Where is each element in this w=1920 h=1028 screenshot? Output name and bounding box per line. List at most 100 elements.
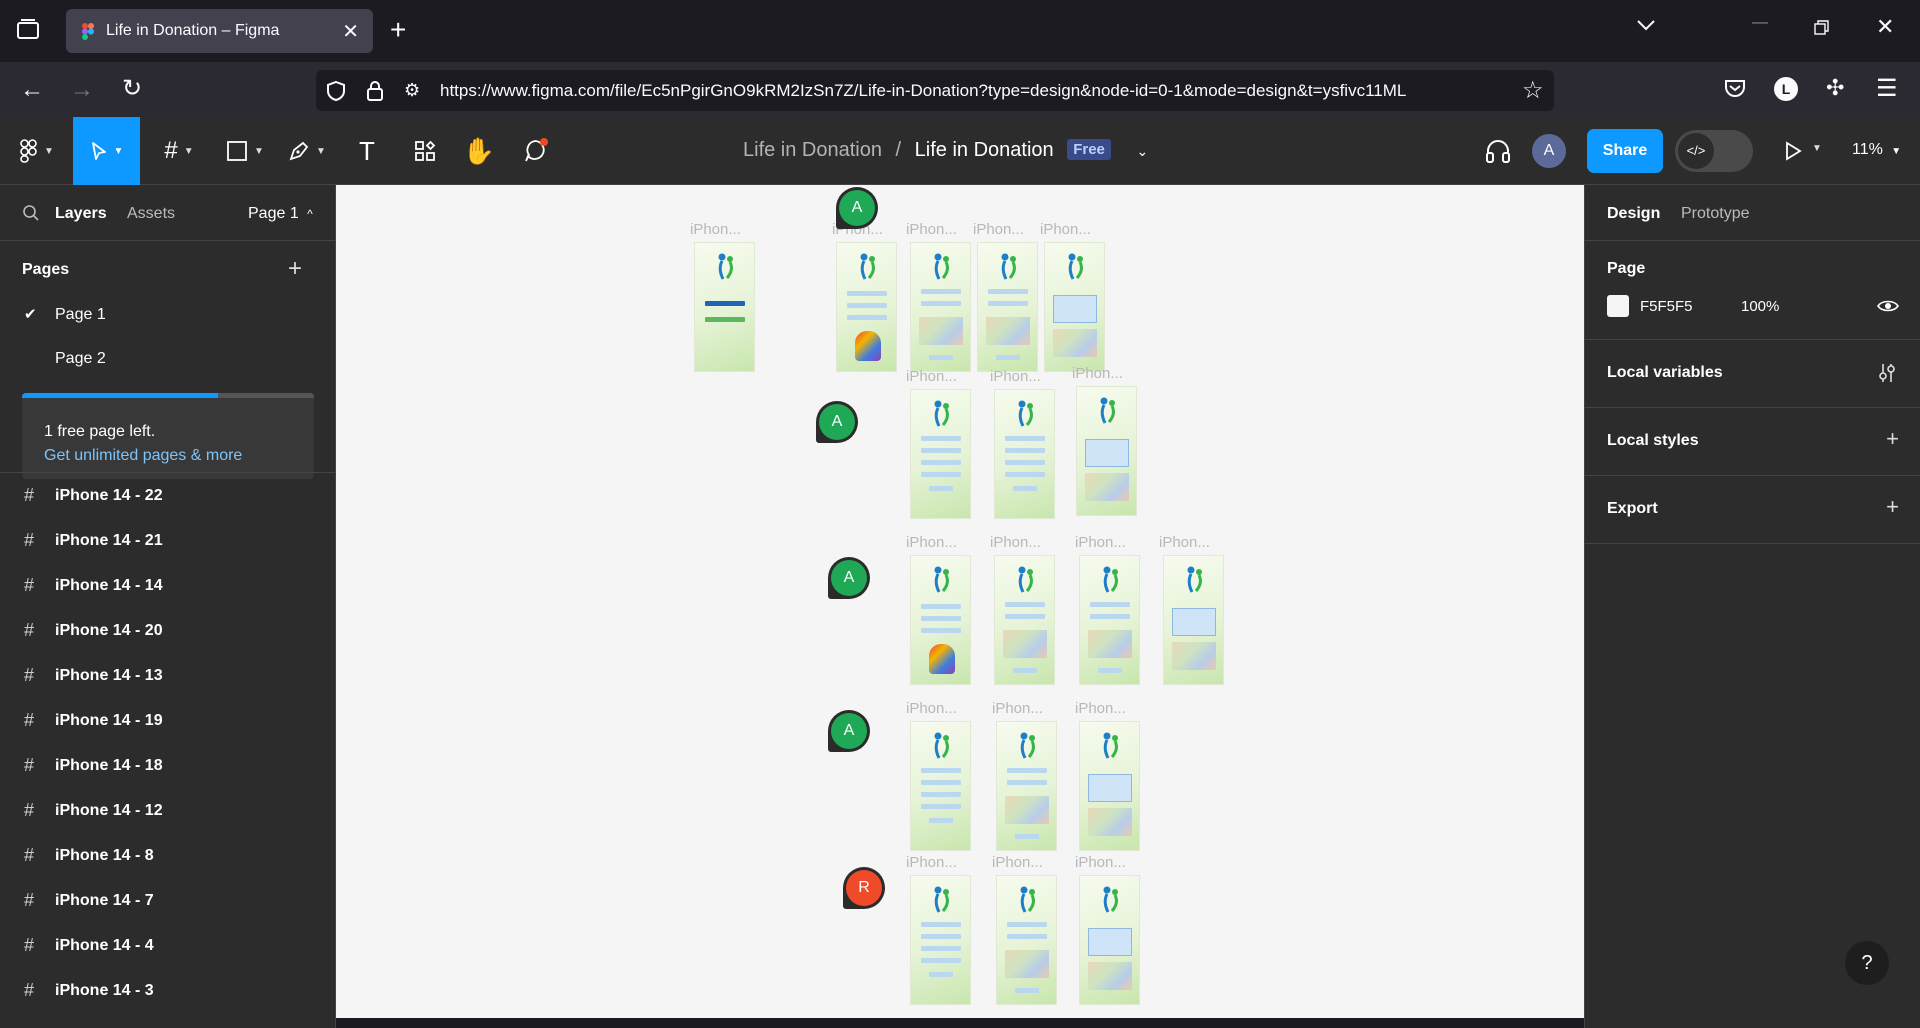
main-menu-button[interactable]: ▼ — [14, 117, 60, 185]
layer-item[interactable]: # iPhone 14 - 8 — [0, 836, 335, 876]
unlimited-pages-link[interactable]: Get unlimited pages & more — [44, 447, 242, 465]
frame-label[interactable]: iPhon... — [906, 368, 957, 385]
pocket-icon[interactable] — [1724, 78, 1746, 103]
layer-item[interactable]: # iPhone 14 - 4 — [0, 926, 335, 966]
tab-design[interactable]: Design — [1607, 205, 1660, 223]
frame-label[interactable]: iPhon... — [906, 700, 957, 717]
frame-label[interactable]: iPhon... — [1072, 365, 1123, 382]
file-name[interactable]: Life in Donation — [915, 139, 1054, 161]
iphone-frame-thumbnail[interactable] — [910, 875, 971, 1005]
tab-close-icon[interactable]: ✕ — [342, 19, 359, 44]
reload-icon[interactable]: ↻ — [122, 74, 142, 103]
design-canvas[interactable]: iPhon... iPhon... iPhon... iPhon... iPhon...… — [336, 185, 1584, 1018]
restore-icon[interactable] — [1814, 20, 1830, 41]
back-icon[interactable]: ← — [20, 76, 44, 104]
page-item-2[interactable]: Page 2 — [55, 350, 106, 368]
frame-tool-button[interactable]: # ▼ — [154, 117, 204, 185]
minimize-icon[interactable]: — — [1752, 14, 1768, 32]
tab-prototype[interactable]: Prototype — [1681, 205, 1749, 223]
frame-label[interactable]: iPhon... — [990, 534, 1041, 551]
layer-item[interactable]: # iPhone 14 - 21 — [0, 521, 335, 561]
layer-item[interactable]: # iPhone 14 - 7 — [0, 881, 335, 921]
project-name[interactable]: Life in Donation — [743, 139, 882, 161]
layer-item[interactable]: # iPhone 14 - 12 — [0, 791, 335, 831]
iphone-frame-thumbnail[interactable] — [910, 555, 971, 685]
url-bar[interactable]: ⚙ https://www.figma.com/file/Ec5nPgirGnO… — [316, 70, 1554, 111]
tab-layers[interactable]: Layers — [55, 205, 107, 223]
zoom-menu[interactable]: 11% ▼ — [1852, 141, 1901, 159]
share-button[interactable]: Share — [1587, 129, 1663, 173]
iphone-frame-thumbnail[interactable] — [977, 242, 1038, 372]
layer-item[interactable]: # iPhone 14 - 20 — [0, 611, 335, 651]
present-chevron-icon[interactable]: ▼ — [1812, 143, 1822, 154]
frame-label[interactable]: iPhon... — [1040, 221, 1091, 238]
frame-label[interactable]: iPhon... — [973, 221, 1024, 238]
iphone-frame-thumbnail[interactable] — [836, 242, 897, 372]
shield-icon[interactable] — [326, 80, 346, 107]
url-text[interactable]: https://www.figma.com/file/Ec5nPgirGnO9k… — [440, 81, 1525, 101]
frame-label[interactable]: iPhon... — [1075, 854, 1126, 871]
pen-tool-button[interactable]: ▼ — [282, 117, 332, 185]
page-color-hex[interactable]: F5F5F5 — [1640, 298, 1693, 315]
browser-tab-active[interactable]: Life in Donation – Figma ✕ — [66, 9, 373, 53]
add-export-icon[interactable]: + — [1886, 494, 1899, 520]
file-breadcrumb[interactable]: Life in Donation / Life in Donation Free… — [743, 139, 1148, 162]
add-style-icon[interactable]: + — [1886, 426, 1899, 452]
add-page-icon[interactable]: + — [288, 255, 302, 283]
resources-tool-button[interactable] — [408, 117, 442, 185]
page-selector[interactable]: Page 1 ^ — [248, 205, 313, 223]
forward-icon[interactable]: → — [70, 76, 94, 104]
iphone-frame-thumbnail[interactable] — [910, 721, 971, 851]
shape-tool-button[interactable]: ▼ — [220, 117, 270, 185]
plan-badge[interactable]: Free — [1067, 139, 1111, 160]
layer-item[interactable]: # iPhone 14 - 22 — [0, 476, 335, 516]
lock-icon[interactable] — [366, 80, 384, 107]
present-play-icon[interactable] — [1783, 141, 1803, 166]
new-tab-icon[interactable]: + — [390, 14, 406, 46]
layer-item[interactable]: # iPhone 14 - 14 — [0, 566, 335, 606]
iphone-frame-thumbnail[interactable] — [910, 389, 971, 519]
iphone-frame-thumbnail[interactable] — [996, 721, 1057, 851]
permissions-icon[interactable]: ⚙ — [404, 80, 420, 101]
frame-label[interactable]: iPhon... — [906, 854, 957, 871]
layer-item[interactable]: # iPhone 14 - 18 — [0, 746, 335, 786]
hand-tool-button[interactable]: ✋ — [462, 117, 496, 185]
file-menu-chevron-icon[interactable]: ⌄ — [1136, 143, 1148, 159]
account-icon[interactable]: L — [1774, 77, 1798, 101]
frame-label[interactable]: iPhon... — [990, 368, 1041, 385]
extensions-icon[interactable]: ✣ — [1826, 75, 1844, 101]
menu-icon[interactable]: ☰ — [1876, 74, 1898, 103]
frame-label[interactable]: iPhon... — [1159, 534, 1210, 551]
move-tool-button[interactable]: ▼ — [73, 117, 140, 185]
iphone-frame-thumbnail[interactable] — [1163, 555, 1224, 685]
iphone-frame-thumbnail[interactable] — [994, 389, 1055, 519]
search-icon[interactable] — [22, 204, 40, 227]
iphone-frame-thumbnail[interactable] — [1044, 242, 1105, 372]
frame-label[interactable]: iPhon... — [992, 700, 1043, 717]
page-item-1[interactable]: Page 1 — [55, 306, 106, 324]
frame-label[interactable]: iPhon... — [690, 221, 741, 238]
close-window-icon[interactable]: ✕ — [1876, 14, 1894, 40]
frame-label[interactable]: iPhon... — [1075, 700, 1126, 717]
frame-label[interactable]: iPhon... — [906, 534, 957, 551]
text-tool-button[interactable]: T — [350, 117, 384, 185]
comment-tool-button[interactable] — [518, 117, 554, 185]
iphone-frame-thumbnail[interactable] — [1079, 721, 1140, 851]
tab-list-icon[interactable] — [16, 18, 40, 45]
layer-item[interactable]: # iPhone 14 - 13 — [0, 656, 335, 696]
frame-label[interactable]: iPhon... — [906, 221, 957, 238]
iphone-frame-thumbnail[interactable] — [1076, 386, 1137, 516]
page-opacity[interactable]: 100% — [1741, 298, 1779, 315]
iphone-frame-thumbnail[interactable] — [996, 875, 1057, 1005]
page-color-swatch[interactable] — [1607, 295, 1629, 317]
iphone-frame-thumbnail[interactable] — [694, 242, 755, 372]
local-variables-title[interactable]: Local variables — [1607, 364, 1723, 382]
layer-item[interactable]: # iPhone 14 - 19 — [0, 701, 335, 741]
list-all-tabs-icon[interactable] — [1636, 18, 1656, 37]
iphone-frame-thumbnail[interactable] — [1079, 875, 1140, 1005]
headphones-icon[interactable] — [1484, 138, 1512, 169]
bookmark-star-icon[interactable]: ☆ — [1522, 76, 1544, 105]
eye-icon[interactable] — [1877, 298, 1899, 319]
iphone-frame-thumbnail[interactable] — [910, 242, 971, 372]
frame-label[interactable]: iPhon... — [1075, 534, 1126, 551]
